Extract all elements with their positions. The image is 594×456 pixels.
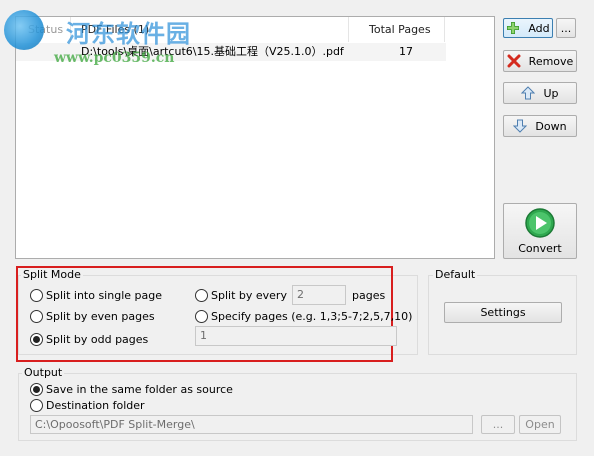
settings-button[interactable]: Settings [444,302,562,323]
radio-split-single[interactable]: Split into single page [30,289,162,302]
radio-same-folder[interactable]: Save in the same folder as source [30,383,233,396]
open-button-label: Open [525,418,555,431]
radio-every-label: Split by every [211,289,287,302]
output-label: Output [22,366,65,379]
radio-destination-label: Destination folder [46,399,145,412]
radio-split-odd[interactable]: Split by odd pages [30,333,148,346]
radio-destination-dot[interactable] [30,399,43,412]
move-up-label: Up [543,86,559,100]
open-button[interactable]: Open [519,415,561,434]
table-row[interactable]: D:\tools\桌面\artcut6\15.基础工程（V25.1.0）.pdf… [16,43,446,61]
radio-odd-dot[interactable] [30,333,43,346]
radio-split-even[interactable]: Split by even pages [30,310,155,323]
remove-button[interactable]: Remove [503,50,577,72]
radio-same-folder-dot[interactable] [30,383,43,396]
specify-pages-input[interactable]: 1 [195,326,397,346]
add-file-icon [506,21,520,35]
convert-button-label: Convert [518,242,562,255]
more-options-label: ... [560,21,572,35]
radio-even-label: Split by even pages [46,310,155,323]
split-every-input[interactable]: 2 [292,285,346,305]
output-path-input[interactable]: C:\Opoosoft\PDF Split-Merge\ [30,415,473,434]
move-down-label: Down [535,119,567,133]
radio-even-dot[interactable] [30,310,43,323]
remove-button-label: Remove [528,54,574,68]
move-up-button[interactable]: Up [503,82,577,104]
browse-button[interactable]: ... [481,415,515,434]
radio-single-label: Split into single page [46,289,162,302]
add-button[interactable]: Add [503,18,553,38]
radio-split-every[interactable]: Split by every [195,289,287,302]
column-pdf-files[interactable]: PDF Files (1) [71,17,349,42]
row-status [16,43,71,61]
settings-button-label: Settings [480,306,526,319]
radio-destination-folder[interactable]: Destination folder [30,399,145,412]
split-every-unit: pages [352,289,386,302]
arrow-down-icon [513,119,528,133]
convert-button[interactable]: Convert [503,203,577,259]
more-options-button[interactable]: ... [556,18,576,38]
radio-specify-dot[interactable] [195,310,208,323]
row-total-pages: 17 [399,45,413,58]
radio-odd-label: Split by odd pages [46,333,149,346]
radio-specify-label: Specify pages (e.g. 1,3;5-7;2,5,7,10) [211,310,413,323]
radio-single-dot[interactable] [30,289,43,302]
radio-specify-pages[interactable]: Specify pages (e.g. 1,3;5-7;2,5,7,10) [195,310,412,323]
browse-button-label: ... [492,418,504,431]
move-down-button[interactable]: Down [503,115,577,137]
add-button-label: Add [528,21,550,35]
file-list[interactable]: Status PDF Files (1) Total Pages D:\tool… [15,16,495,259]
column-total-pages[interactable]: Total Pages [349,17,445,42]
row-file-path: D:\tools\桌面\artcut6\15.基础工程（V25.1.0）.pdf [81,45,344,58]
remove-icon [507,54,521,68]
arrow-up-icon [521,86,536,100]
file-list-header: Status PDF Files (1) Total Pages [16,17,446,42]
radio-every-dot[interactable] [195,289,208,302]
column-status[interactable]: Status [16,17,71,42]
convert-play-icon [524,207,556,239]
default-label: Default [433,268,478,281]
radio-same-folder-label: Save in the same folder as source [46,383,233,396]
